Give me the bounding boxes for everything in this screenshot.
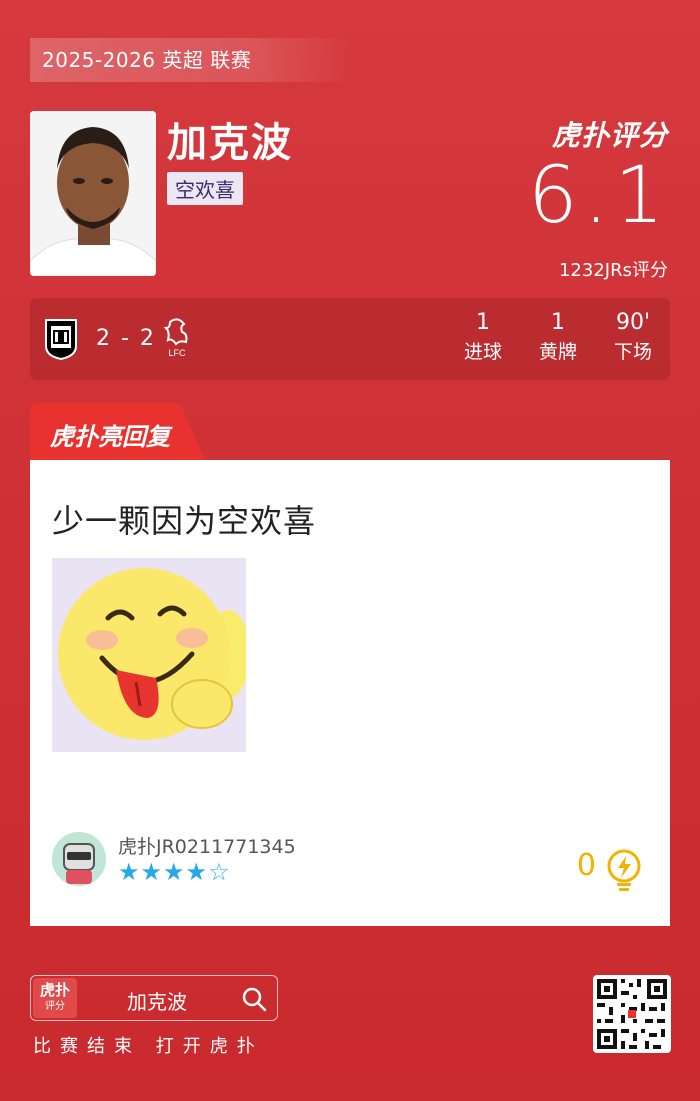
robot-avatar-icon	[52, 832, 106, 886]
tongue-out-emoji-icon	[52, 558, 246, 752]
stat-goals-label: 进球	[463, 341, 502, 363]
player-name: 加克波	[167, 120, 293, 166]
stat-substituted: 90' 下场	[598, 310, 668, 364]
search-icon[interactable]	[241, 986, 267, 1012]
stat-substituted-value: 90'	[615, 310, 651, 335]
rating-score: 6.1	[527, 151, 670, 241]
highlight-reply-label: 虎扑亮回复	[50, 423, 170, 451]
star-filled-icon: ★	[185, 858, 209, 886]
star-filled-icon: ★	[140, 858, 164, 886]
player-photo	[30, 111, 156, 276]
stat-goals: 1 进球	[448, 310, 518, 364]
hupu-logo-text: 虎扑	[39, 981, 70, 999]
star-filled-icon: ★	[163, 858, 186, 886]
user-avatar[interactable]	[52, 832, 106, 886]
reply-card: 少一颗因为空欢喜 虎扑JR0211771345 ★★★★☆ 0	[30, 460, 670, 926]
match-score: 2 - 2	[96, 326, 156, 351]
reply-image[interactable]	[52, 558, 246, 752]
liverpool-crest-icon: LFC	[163, 318, 188, 358]
qr-code	[593, 975, 671, 1053]
match-summary: 2 - 2 LFC 1 进球 1 黄牌 90' 下场	[30, 298, 670, 380]
rating-count: 1232JRs评分	[558, 260, 668, 281]
stat-substituted-label: 下场	[613, 341, 652, 363]
footer-caption: 比赛结束 打开虎扑	[33, 1036, 264, 1057]
stat-yellow-cards-value: 1	[551, 310, 565, 335]
qr-code-icon	[597, 979, 667, 1049]
reply-text: 少一颗因为空欢喜	[52, 502, 317, 540]
username[interactable]: 虎扑JR0211771345	[118, 832, 296, 859]
player-portrait-icon	[30, 111, 156, 276]
star-empty-icon: ☆	[208, 858, 231, 886]
stat-goals-value: 1	[476, 310, 490, 335]
star-filled-icon: ★	[118, 858, 141, 886]
search-query: 加克波	[127, 990, 187, 1014]
svg-text:LFC: LFC	[168, 348, 186, 358]
user-rating-stars: ★★★★☆	[118, 858, 231, 886]
like-count: 0	[576, 848, 596, 883]
rating-share-card: 2025-2026 英超 联赛 加克波 空欢喜 虎扑评分 6.1 1232JRs…	[0, 0, 700, 1101]
hupu-logo-subtext: 评分	[45, 1001, 65, 1012]
stat-yellow-cards: 1 黄牌	[523, 310, 593, 364]
hupu-app-logo: 虎扑 评分	[33, 978, 77, 1018]
highlight-reply-tag: 虎扑亮回复	[30, 403, 205, 460]
player-nickname: 空欢喜	[167, 172, 243, 205]
fulham-crest-icon	[45, 319, 77, 360]
stat-yellow-cards-label: 黄牌	[538, 341, 577, 363]
season-label: 2025-2026 英超 联赛	[30, 38, 350, 82]
lightbulb-icon[interactable]	[604, 848, 644, 892]
search-box[interactable]: 虎扑 评分 加克波	[30, 975, 278, 1021]
